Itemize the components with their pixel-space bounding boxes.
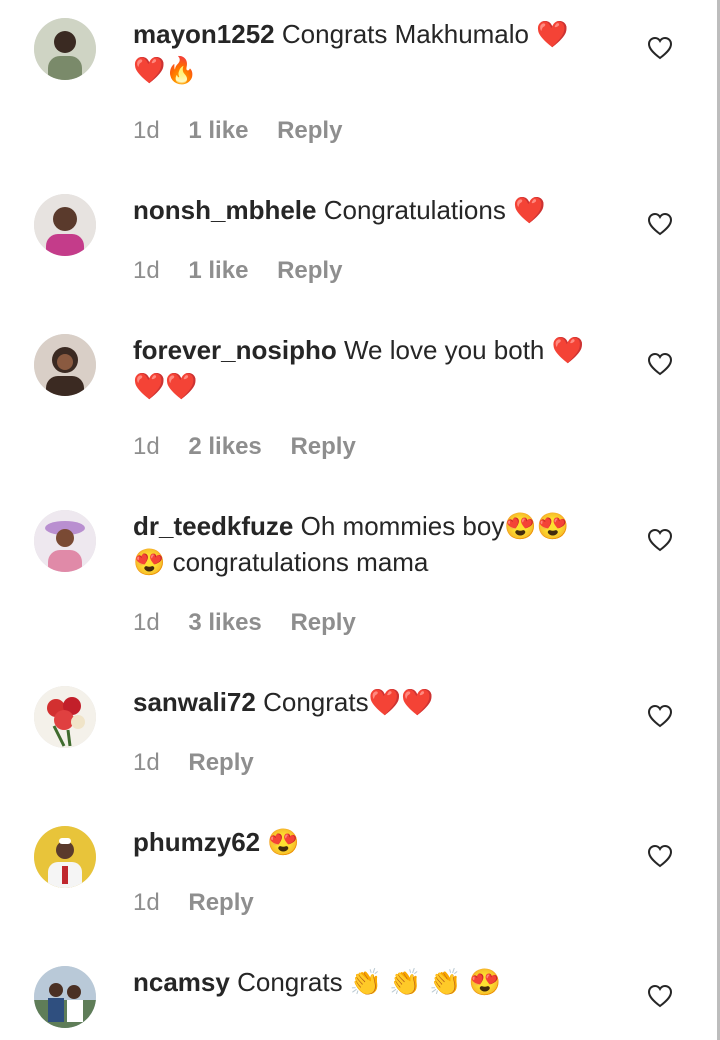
comment-emoji: ❤️ bbox=[513, 195, 546, 225]
reply-button[interactable]: Reply bbox=[290, 433, 355, 460]
reply-button[interactable]: Reply bbox=[277, 257, 342, 284]
comment-meta: 1d 1 like Reply bbox=[133, 256, 364, 286]
avatar[interactable] bbox=[34, 510, 96, 572]
comment-meta: 1d Reply bbox=[133, 888, 276, 918]
comment-likes[interactable]: 1 like bbox=[188, 117, 248, 144]
comment-emoji: ❤️ bbox=[536, 19, 569, 49]
comment-emoji: 👏 👏 👏 😍 bbox=[349, 967, 501, 997]
comment-username[interactable]: ncamsy bbox=[133, 967, 230, 997]
comment-meta: 1d 1 like Reply bbox=[133, 116, 364, 146]
comment-text: Congrats bbox=[237, 967, 350, 997]
comment-username[interactable]: nonsh_mbhele bbox=[133, 195, 316, 225]
comment-username[interactable]: phumzy62 bbox=[133, 827, 260, 857]
comment-text: Oh mommies boy bbox=[300, 511, 505, 541]
comment-text: We love you both bbox=[343, 335, 552, 365]
comment-time: 1d bbox=[133, 609, 160, 636]
comment-meta: 1d 3 likes Reply bbox=[133, 608, 378, 638]
comment-text: Congratulations bbox=[323, 195, 514, 225]
heart-outline-icon[interactable] bbox=[647, 352, 673, 376]
avatar[interactable] bbox=[34, 966, 96, 1028]
comment-emoji: ❤️ bbox=[551, 335, 584, 365]
comment-text: Congrats Makhumalo bbox=[281, 19, 537, 49]
comment-meta: 1d 2 likes Reply bbox=[133, 432, 378, 462]
avatar[interactable] bbox=[34, 826, 96, 888]
reply-button[interactable]: Reply bbox=[290, 609, 355, 636]
comment-emoji: 😍😍 bbox=[504, 511, 570, 541]
comment-emoji-line2: 😍 bbox=[133, 547, 166, 577]
comment-meta: 1d Reply bbox=[133, 748, 276, 778]
comment-emoji-line2: ❤️❤️ bbox=[133, 371, 198, 401]
heart-outline-icon[interactable] bbox=[647, 528, 673, 552]
avatar[interactable] bbox=[34, 686, 96, 748]
comment-text: Congrats bbox=[263, 687, 369, 717]
comment-likes[interactable]: 3 likes bbox=[188, 609, 261, 636]
comment-text-line2: congratulations mama bbox=[165, 547, 429, 577]
heart-outline-icon[interactable] bbox=[647, 984, 673, 1008]
comment-likes[interactable]: 1 like bbox=[188, 257, 248, 284]
reply-button[interactable]: Reply bbox=[188, 749, 253, 776]
reply-button[interactable]: Reply bbox=[188, 889, 253, 916]
comment-username[interactable]: sanwali72 bbox=[133, 687, 256, 717]
comment-username[interactable]: dr_teedkfuze bbox=[133, 511, 293, 541]
heart-outline-icon[interactable] bbox=[647, 844, 673, 868]
comment-username[interactable]: forever_nosipho bbox=[133, 335, 337, 365]
avatar[interactable] bbox=[34, 18, 96, 80]
avatar[interactable] bbox=[34, 334, 96, 396]
heart-outline-icon[interactable] bbox=[647, 212, 673, 236]
heart-outline-icon[interactable] bbox=[647, 36, 673, 60]
comment-time: 1d bbox=[133, 257, 160, 284]
comment-emoji: 😍 bbox=[267, 827, 300, 857]
heart-outline-icon[interactable] bbox=[647, 704, 673, 728]
comment-likes[interactable]: 2 likes bbox=[188, 433, 261, 460]
comment-username[interactable]: mayon1252 bbox=[133, 19, 275, 49]
reply-button[interactable]: Reply bbox=[277, 117, 342, 144]
comment-time: 1d bbox=[133, 889, 160, 916]
comment-time: 1d bbox=[133, 117, 160, 144]
comment-emoji-line2: ❤️🔥 bbox=[133, 55, 198, 85]
comment-time: 1d bbox=[133, 749, 160, 776]
avatar[interactable] bbox=[34, 194, 96, 256]
comment-time: 1d bbox=[133, 433, 160, 460]
comment-emoji: ❤️❤️ bbox=[368, 687, 434, 717]
